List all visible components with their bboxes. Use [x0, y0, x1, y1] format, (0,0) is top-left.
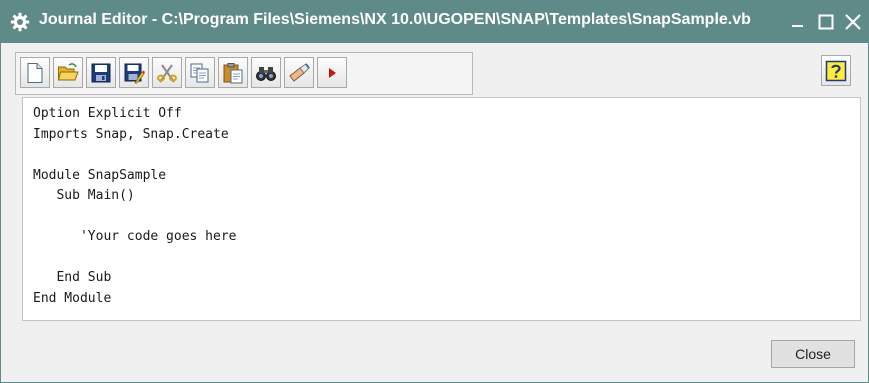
- scissors-icon: [157, 64, 177, 83]
- paste-icon: [223, 63, 243, 84]
- save-as-button[interactable]: [119, 57, 149, 88]
- code-editor[interactable]: Option Explicit Off Imports Snap, Snap.C…: [22, 97, 861, 321]
- run-button[interactable]: [317, 57, 347, 88]
- eraser-icon: [289, 63, 310, 82]
- copy-icon: [190, 63, 209, 83]
- find-button[interactable]: [251, 57, 281, 88]
- open-folder-icon: [57, 63, 79, 81]
- new-file-button[interactable]: [20, 57, 50, 88]
- paste-button[interactable]: [218, 57, 248, 88]
- maximize-icon[interactable]: [813, 9, 839, 35]
- open-button[interactable]: [53, 57, 83, 88]
- gear-icon[interactable]: [10, 12, 30, 32]
- title-bar[interactable]: Journal Editor - C:\Program Files\Siemen…: [1, 1, 868, 43]
- code-text[interactable]: Option Explicit Off Imports Snap, Snap.C…: [33, 104, 237, 309]
- close-icon[interactable]: [840, 9, 866, 35]
- window-title: Journal Editor - C:\Program Files\Siemen…: [39, 11, 751, 28]
- journal-editor-window: Journal Editor - C:\Program Files\Siemen…: [0, 0, 869, 383]
- replace-button[interactable]: [284, 57, 314, 88]
- save-icon: [91, 63, 111, 83]
- cut-button[interactable]: [152, 57, 182, 88]
- help-icon: [825, 60, 847, 82]
- close-button[interactable]: Close: [771, 340, 855, 368]
- help-button[interactable]: [821, 55, 851, 86]
- save-as-icon: [124, 63, 145, 84]
- toolbar: [15, 52, 473, 95]
- save-button[interactable]: [86, 57, 116, 88]
- minimize-icon[interactable]: [785, 9, 811, 35]
- copy-button[interactable]: [185, 57, 215, 88]
- binoculars-icon: [256, 67, 276, 81]
- play-icon: [329, 68, 336, 78]
- new-file-icon: [27, 63, 43, 83]
